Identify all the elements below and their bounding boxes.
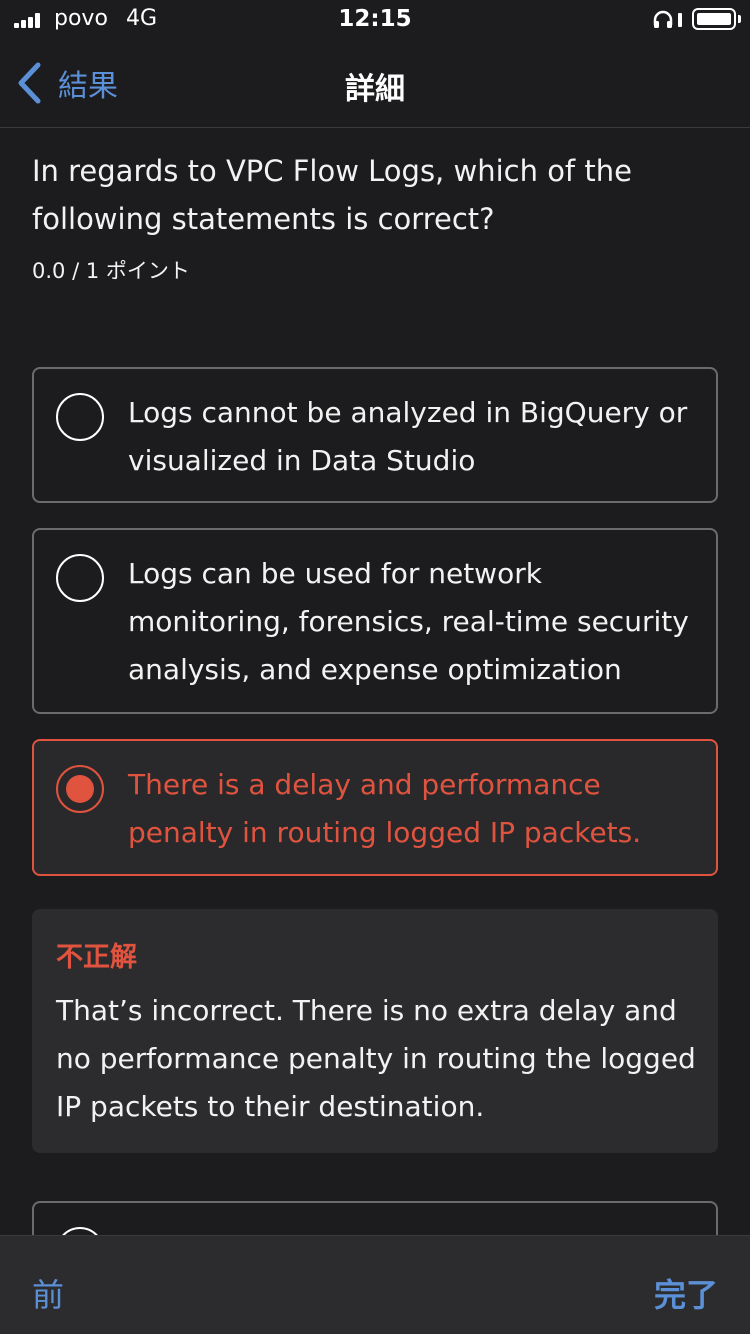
battery-icon <box>692 8 736 30</box>
radio-selected-icon <box>56 765 104 813</box>
clock: 12:15 <box>338 6 412 32</box>
feedback-title: 不正解 <box>56 942 137 973</box>
answer-option-label: Logs cannot be analyzed in BigQuery or v… <box>128 396 688 477</box>
answer-option-label: Logs can be used for network monitoring,… <box>128 557 689 686</box>
headphones-icon <box>653 10 682 28</box>
feedback-text: That’s incorrect. There is no extra dela… <box>56 994 696 1123</box>
answer-option-4[interactable] <box>32 1201 718 1235</box>
battery-tip <box>738 15 741 23</box>
screen: povo 4G 12:15 結果 詳細 In regards to VPC Fl… <box>0 0 750 1334</box>
done-button[interactable]: 完了 <box>654 1270 718 1316</box>
navigation-bar: 結果 詳細 <box>0 40 750 128</box>
radio-unselected-icon <box>56 554 104 602</box>
answer-option-3[interactable]: There is a delay and performance penalty… <box>32 739 718 876</box>
bottom-toolbar: 前 完了 <box>0 1235 750 1334</box>
question-content[interactable]: In regards to VPC Flow Logs, which of th… <box>0 129 750 1235</box>
previous-button[interactable]: 前 <box>32 1270 64 1316</box>
status-bar: povo 4G 12:15 <box>0 0 750 40</box>
answer-option-2[interactable]: Logs can be used for network monitoring,… <box>32 528 718 714</box>
question-text: In regards to VPC Flow Logs, which of th… <box>32 154 632 236</box>
points-score: 0.0 / 1 ポイント <box>32 259 190 283</box>
radio-unselected-icon <box>56 1227 104 1235</box>
page-title: 詳細 <box>345 72 405 107</box>
feedback-panel: 不正解 That’s incorrect. There is no extra … <box>32 909 718 1153</box>
radio-unselected-icon <box>56 393 104 441</box>
answer-option-1[interactable]: Logs cannot be analyzed in BigQuery or v… <box>32 367 718 503</box>
answer-option-label: There is a delay and performance penalty… <box>128 768 642 849</box>
